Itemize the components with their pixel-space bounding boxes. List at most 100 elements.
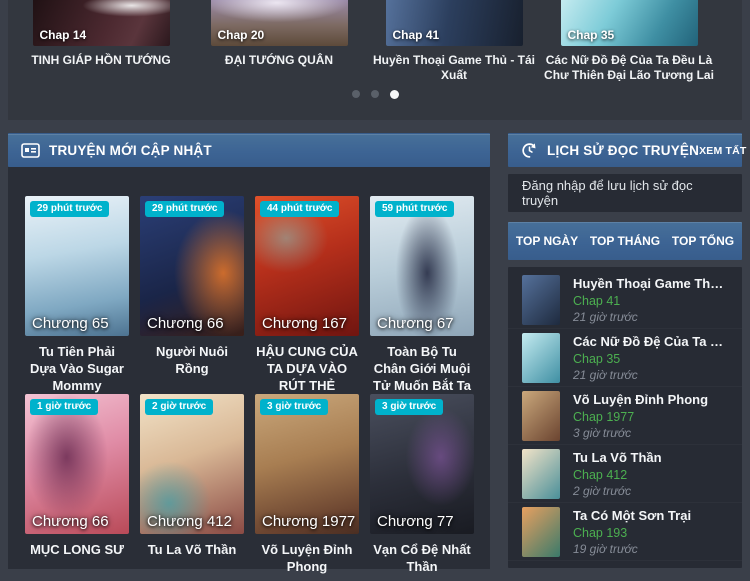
new-updates-header: TRUYỆN MỚI CẬP NHẬT [8, 133, 490, 167]
manga-title-link[interactable]: Tu La Võ Thần [140, 541, 244, 561]
manga-thumbnail[interactable] [522, 390, 560, 441]
carousel-cover-image[interactable]: Chap 14 [32, 0, 170, 46]
chapter-label: Chương 66 [32, 513, 109, 530]
top-list-item[interactable]: Các Nữ Đồ Đệ Của Ta Đều Là Chư... Chap 3… [508, 329, 742, 387]
update-time-badge: 59 phút trước [375, 201, 455, 217]
manga-cover[interactable]: 1 giờ trước Chương 66 [25, 394, 129, 534]
new-updates-section: TRUYỆN MỚI CẬP NHẬT 29 phút trước Chương… [8, 133, 490, 574]
update-time-badge: 1 giờ trước [30, 399, 99, 415]
carousel-chapter-label: Chap 35 [567, 28, 615, 42]
history-icon [521, 142, 538, 159]
manga-title-link[interactable]: Người Nuôi Rồng [140, 343, 244, 391]
carousel-title-link[interactable]: Huyền Thoại Game Thủ - Tái Xuất [368, 53, 540, 83]
chapter-label: Chương 66 [147, 315, 224, 332]
chapter-link[interactable]: Chap 1977 [573, 410, 708, 424]
top-item-text: Ta Có Một Sơn Trại Chap 193 19 giờ trước [573, 508, 691, 556]
carousel-title-link[interactable]: ĐẠI TƯỚNG QUÂN [193, 53, 365, 68]
chapter-link[interactable]: Chap 412 [573, 468, 662, 482]
manga-thumbnail[interactable] [522, 448, 560, 499]
top-list: Huyền Thoại Game Thủ - Tái Xuất Chap 41 … [508, 267, 742, 568]
manga-title-link[interactable]: MỤC LONG SƯ [25, 541, 129, 561]
manga-title-link[interactable]: Ta Có Một Sơn Trại [573, 508, 691, 523]
manga-card[interactable]: 2 giờ trước Chương 412 Tu La Võ Thần [140, 394, 244, 575]
sidebar: LỊCH SỬ ĐỌC TRUYỆN XEM TẤT CẢ » Đăng nhậ… [508, 133, 750, 568]
top-list-item[interactable]: Tu La Võ Thần Chap 412 2 giờ trước [508, 445, 742, 503]
carousel-cover-image[interactable]: Chap 41 [385, 0, 523, 46]
carousel-cover-image[interactable]: Chap 20 [210, 0, 348, 46]
manga-thumbnail[interactable] [522, 506, 560, 557]
top-item-text: Huyền Thoại Game Thủ - Tái Xuất Chap 41 … [573, 276, 728, 324]
chapter-link[interactable]: Chap 193 [573, 526, 691, 540]
update-time-label: 2 giờ trước [573, 483, 632, 498]
carousel-item[interactable]: Chap 14 TINH GIÁP HỒN TƯỚNG [15, 0, 187, 68]
manga-title-link[interactable]: Tu La Võ Thần [573, 450, 662, 465]
carousel-item[interactable]: Chap 41 Huyền Thoại Game Thủ - Tái Xuất [368, 0, 540, 83]
section-title: LỊCH SỬ ĐỌC TRUYỆN [547, 143, 700, 158]
top-list-item[interactable]: Võ Luyện Đỉnh Phong Chap 1977 3 giờ trướ… [508, 387, 742, 445]
login-notice: Đăng nhập để lưu lịch sử đọc truyện [508, 174, 742, 212]
manga-cover[interactable]: 3 giờ trước Chương 77 [370, 394, 474, 534]
new-updates-grid: 29 phút trước Chương 65 Tu Tiên Phải Dựa… [8, 167, 490, 574]
view-all-link[interactable]: XEM TẤT CẢ » [699, 145, 750, 157]
carousel-dot[interactable] [351, 90, 360, 98]
carousel-cover-image[interactable]: Chap 35 [560, 0, 698, 46]
manga-card[interactable]: 29 phút trước Chương 66 Người Nuôi Rồng [140, 196, 244, 394]
manga-title-link[interactable]: Huyền Thoại Game Thủ - Tái Xuất [573, 276, 728, 291]
carousel-item[interactable]: Chap 20 ĐẠI TƯỚNG QUÂN [193, 0, 365, 68]
top-tabs: TOP NGÀY TOP THÁNG TOP TỔNG [508, 222, 742, 260]
update-time-label: 21 giờ trước [573, 309, 638, 324]
carousel-chapter-label: Chap 20 [217, 28, 265, 42]
manga-cover[interactable]: 3 giờ trước Chương 1977 [255, 394, 359, 534]
manga-card[interactable]: 44 phút trước Chương 167 HẬU CUNG CỦA TA… [255, 196, 359, 394]
chapter-label: Chương 1977 [262, 513, 356, 530]
update-time-badge: 29 phút trước [145, 201, 225, 217]
manga-thumbnail[interactable] [522, 332, 560, 383]
manga-cover[interactable]: 59 phút trước Chương 67 [370, 196, 474, 336]
carousel-chapter-label: Chap 14 [39, 28, 87, 42]
chapter-label: Chương 65 [32, 315, 109, 332]
chapter-link[interactable]: Chap 41 [573, 294, 728, 308]
carousel-chapter-label: Chap 41 [392, 28, 440, 42]
manga-card[interactable]: 29 phút trước Chương 65 Tu Tiên Phải Dựa… [25, 196, 129, 394]
manga-title-link[interactable]: Vạn Cổ Đệ Nhất Thần [370, 541, 474, 575]
list-card-icon [21, 143, 40, 158]
manga-thumbnail[interactable] [522, 274, 560, 325]
manga-card[interactable]: 1 giờ trước Chương 66 MỤC LONG SƯ [25, 394, 129, 575]
carousel-item[interactable]: Chap 35 Các Nữ Đồ Đệ Của Ta Đều Là Chư T… [543, 0, 715, 83]
top-item-text: Võ Luyện Đỉnh Phong Chap 1977 3 giờ trướ… [573, 392, 708, 440]
carousel-dot-active[interactable] [389, 90, 399, 99]
chapter-label: Chương 67 [377, 315, 454, 332]
manga-title-link[interactable]: Tu Tiên Phải Dựa Vào Sugar Mommy [25, 343, 129, 394]
manga-title-link[interactable]: Võ Luyện Đỉnh Phong [255, 541, 359, 575]
top-list-item[interactable]: Ta Có Một Sơn Trại Chap 193 19 giờ trước [508, 503, 742, 561]
chapter-label: Chương 167 [262, 315, 347, 332]
update-time-badge: 2 giờ trước [145, 399, 214, 415]
top-item-text: Tu La Võ Thần Chap 412 2 giờ trước [573, 450, 662, 498]
manga-title-link[interactable]: HẬU CUNG CỦA TA DỰA VÀO RÚT THẺ [255, 343, 359, 394]
update-time-badge: 3 giờ trước [260, 399, 329, 415]
tab-top-month[interactable]: TOP THÁNG [586, 234, 664, 248]
chapter-label: Chương 412 [147, 513, 232, 530]
manga-card[interactable]: 3 giờ trước Chương 77 Vạn Cổ Đệ Nhất Thầ… [370, 394, 474, 575]
chapter-link[interactable]: Chap 35 [573, 352, 728, 366]
manga-card[interactable]: 3 giờ trước Chương 1977 Võ Luyện Đỉnh Ph… [255, 394, 359, 575]
chapter-label: Chương 77 [377, 513, 454, 530]
manga-cover[interactable]: 44 phút trước Chương 167 [255, 196, 359, 336]
manga-cover[interactable]: 2 giờ trước Chương 412 [140, 394, 244, 534]
update-time-badge: 3 giờ trước [375, 399, 444, 415]
manga-card[interactable]: 59 phút trước Chương 67 Toàn Bộ Tu Chân … [370, 196, 474, 394]
carousel-dot[interactable] [370, 90, 379, 98]
update-time-badge: 44 phút trước [260, 201, 340, 217]
manga-title-link[interactable]: Toàn Bộ Tu Chân Giới Muội Tử Muốn Bắt Ta [370, 343, 474, 394]
manga-title-link[interactable]: Các Nữ Đồ Đệ Của Ta Đều Là Chư... [573, 334, 728, 349]
manga-title-link[interactable]: Võ Luyện Đỉnh Phong [573, 392, 708, 407]
manga-cover[interactable]: 29 phút trước Chương 65 [25, 196, 129, 336]
manga-cover[interactable]: 29 phút trước Chương 66 [140, 196, 244, 336]
history-header: LỊCH SỬ ĐỌC TRUYỆN XEM TẤT CẢ » [508, 133, 750, 167]
tab-top-day[interactable]: TOP NGÀY [508, 234, 586, 248]
carousel-title-link[interactable]: TINH GIÁP HỒN TƯỚNG [15, 53, 187, 68]
carousel-title-link[interactable]: Các Nữ Đồ Đệ Của Ta Đều Là Chư Thiên Đại… [543, 53, 715, 83]
tab-top-total[interactable]: TOP TỔNG [664, 234, 742, 248]
top-list-item[interactable]: Huyền Thoại Game Thủ - Tái Xuất Chap 41 … [508, 271, 742, 329]
top-item-text: Các Nữ Đồ Đệ Của Ta Đều Là Chư... Chap 3… [573, 334, 728, 382]
